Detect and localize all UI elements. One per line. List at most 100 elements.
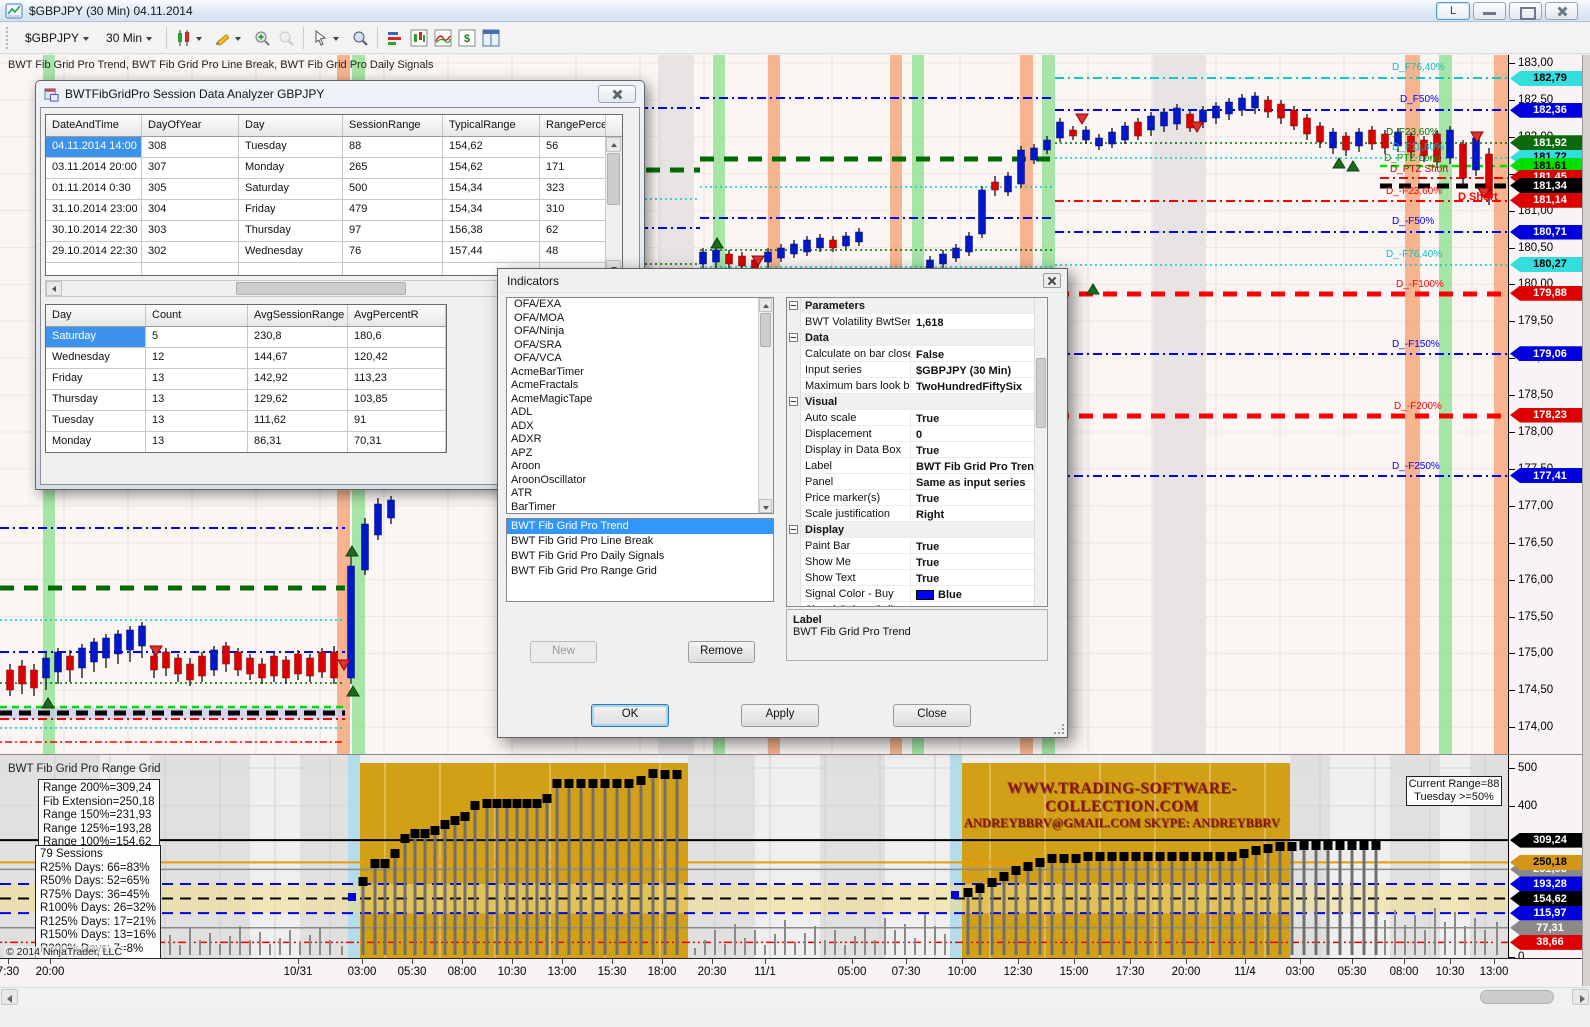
property-row[interactable]: Maximum bars look backTwoHundredFiftySix bbox=[787, 378, 1047, 394]
table-row[interactable]: Tuesday13111,6291 bbox=[46, 411, 446, 432]
indicator-list-item[interactable]: ATR bbox=[507, 487, 773, 501]
table-cell[interactable]: 154,62 bbox=[443, 137, 540, 157]
maximize-button[interactable] bbox=[1509, 2, 1542, 20]
property-row[interactable]: Price marker(s)True bbox=[787, 490, 1047, 506]
table-row[interactable]: Thursday13129,62103,85 bbox=[46, 390, 446, 411]
property-row[interactable]: Input series$GBPJPY (30 Min) bbox=[787, 362, 1047, 378]
indicator-list-item[interactable]: AcmeFractals bbox=[507, 379, 773, 393]
indicator-list-item[interactable]: OFA/MOA bbox=[507, 312, 773, 326]
link-button[interactable]: L bbox=[1436, 2, 1470, 20]
scroll-left-arrow[interactable] bbox=[1, 989, 18, 1005]
property-row[interactable]: Signal Color - BuyBlue bbox=[787, 586, 1047, 602]
indicator-list-item[interactable]: AcmeBarTimer bbox=[507, 366, 773, 380]
table-cell[interactable]: Friday bbox=[239, 200, 343, 220]
property-value[interactable]: True bbox=[911, 570, 1047, 585]
table-cell[interactable]: 479 bbox=[343, 200, 443, 220]
property-value[interactable]: TwoHundredFiftySix bbox=[911, 378, 1047, 393]
table-cell[interactable]: 230,8 bbox=[248, 327, 348, 347]
property-value[interactable]: Right bbox=[911, 506, 1047, 521]
table-row[interactable]: 29.10.2014 22:30302Wednesday76157,4448 bbox=[46, 242, 622, 263]
property-value[interactable]: 0 bbox=[911, 426, 1047, 441]
table-cell[interactable]: 156,38 bbox=[443, 221, 540, 241]
toolbar-grip[interactable] bbox=[6, 27, 13, 49]
scroll-left-arrow[interactable] bbox=[46, 281, 62, 296]
table-cell[interactable]: 310 bbox=[540, 200, 606, 220]
table-cell[interactable]: 30.10.2014 22:30 bbox=[46, 221, 142, 241]
table-cell[interactable]: Tuesday bbox=[239, 137, 343, 157]
dialog-titlebar[interactable]: Indicators bbox=[498, 269, 1067, 293]
table-cell[interactable]: 144,67 bbox=[248, 348, 348, 368]
table-cell[interactable]: 154,34 bbox=[443, 200, 540, 220]
selected-indicators-list[interactable]: BWT Fib Grid Pro TrendBWT Fib Grid Pro L… bbox=[506, 518, 774, 602]
property-value[interactable]: True bbox=[911, 538, 1047, 553]
indicator-list-item[interactable]: ADX bbox=[507, 420, 773, 434]
selected-indicator-item[interactable]: BWT Fib Grid Pro Daily Signals bbox=[507, 549, 773, 564]
property-group[interactable]: Data bbox=[787, 330, 1047, 346]
table-cell[interactable]: 500 bbox=[343, 179, 443, 199]
table-cell[interactable]: 157,44 bbox=[443, 242, 540, 262]
column-header[interactable]: Count bbox=[146, 305, 248, 326]
zoom-out-button[interactable] bbox=[275, 28, 297, 48]
price-axis[interactable]: 183,00182,50182,00181,50181,00180,50180,… bbox=[1508, 55, 1582, 758]
account-button[interactable]: $ bbox=[456, 28, 478, 48]
table-row[interactable]: 01.11.2014 0:30305Saturday500154,34323 bbox=[46, 179, 622, 200]
table-cell[interactable]: 13 bbox=[146, 369, 248, 389]
property-group[interactable]: Parameters bbox=[787, 298, 1047, 314]
chart-trader-button[interactable] bbox=[432, 28, 454, 48]
table-cell[interactable]: 62 bbox=[540, 221, 606, 241]
property-value[interactable]: 1,618 bbox=[911, 314, 1047, 329]
scroll-down-arrow[interactable] bbox=[759, 499, 772, 513]
property-row[interactable]: Scale justificationRight bbox=[787, 506, 1047, 522]
close-button[interactable] bbox=[1545, 2, 1578, 20]
collapse-icon[interactable] bbox=[789, 301, 798, 310]
close-button[interactable]: Close bbox=[893, 704, 971, 727]
table-cell[interactable]: 76 bbox=[343, 242, 443, 262]
scroll-up-arrow[interactable] bbox=[606, 137, 621, 152]
table-row[interactable]: 30.10.2014 22:30303Thursday97156,3862 bbox=[46, 221, 622, 242]
table-cell[interactable]: Saturday bbox=[46, 327, 146, 347]
table-row[interactable]: Saturday5230,8180,6 bbox=[46, 327, 446, 348]
horizontal-scrollbar[interactable] bbox=[0, 987, 1590, 1006]
property-row[interactable]: Signal Color - SellRed bbox=[787, 602, 1047, 607]
table-row[interactable]: Friday13142,92113,23 bbox=[46, 369, 446, 390]
table-cell[interactable]: 307 bbox=[142, 158, 239, 178]
collapse-icon[interactable] bbox=[789, 397, 798, 406]
market-analyzer-button[interactable] bbox=[384, 28, 406, 48]
list-scrollbar[interactable] bbox=[758, 298, 773, 513]
table-cell[interactable]: 86,31 bbox=[248, 432, 348, 452]
data-box-button[interactable] bbox=[349, 28, 371, 48]
table-cell[interactable]: 180,6 bbox=[348, 327, 446, 347]
table-cell[interactable]: 03.11.2014 20:00 bbox=[46, 158, 142, 178]
property-value[interactable]: BWT Fib Grid Pro Trend bbox=[911, 458, 1047, 473]
table-cell[interactable]: Monday bbox=[239, 158, 343, 178]
table-cell[interactable]: Monday bbox=[46, 432, 146, 452]
property-row[interactable]: LabelBWT Fib Grid Pro Trend bbox=[787, 458, 1047, 474]
table-cell[interactable]: 265 bbox=[343, 158, 443, 178]
indicator-list-item[interactable]: AroonOscillator bbox=[507, 474, 773, 488]
indicator-list-item[interactable]: ADXR bbox=[507, 433, 773, 447]
table-row[interactable]: 03.11.2014 20:00307Monday265154,62171 bbox=[46, 158, 622, 179]
indicator-list-item[interactable]: AcmeMagicTape bbox=[507, 393, 773, 407]
property-value[interactable]: Blue bbox=[911, 586, 1047, 601]
table-cell[interactable]: 303 bbox=[142, 221, 239, 241]
table-cell[interactable]: 154,34 bbox=[443, 179, 540, 199]
zoom-in-button[interactable] bbox=[251, 28, 273, 48]
cursor-tool-button[interactable] bbox=[310, 28, 347, 48]
scroll-up-arrow[interactable] bbox=[759, 298, 772, 312]
property-row[interactable]: BWT Volatility BwtSeries1,618 bbox=[787, 314, 1047, 330]
scrollbar-thumb[interactable] bbox=[236, 282, 406, 295]
indicator-list-item[interactable]: OFA/EXA bbox=[507, 298, 773, 312]
property-row[interactable]: Displacement0 bbox=[787, 426, 1047, 442]
column-header[interactable]: Day bbox=[46, 305, 146, 326]
window-titlebar[interactable]: $GBPJPY (30 Min) 04.11.2014 L bbox=[0, 0, 1590, 22]
column-header[interactable]: AvgPercentR bbox=[348, 305, 446, 326]
table-cell[interactable]: 13 bbox=[146, 390, 248, 410]
indicator-list-item[interactable]: BarTimer bbox=[507, 501, 773, 515]
apply-button[interactable]: Apply bbox=[741, 704, 819, 727]
panel-axis[interactable]: 5004000231,93309,24250,18193,28154,62115… bbox=[1508, 755, 1582, 958]
table-cell[interactable]: 01.11.2014 0:30 bbox=[46, 179, 142, 199]
column-header[interactable]: SessionRange bbox=[343, 115, 443, 136]
property-value[interactable]: Same as input series bbox=[911, 474, 1047, 489]
chart-style-button[interactable] bbox=[173, 28, 210, 48]
selected-indicator-item[interactable]: BWT Fib Grid Pro Line Break bbox=[507, 534, 773, 549]
